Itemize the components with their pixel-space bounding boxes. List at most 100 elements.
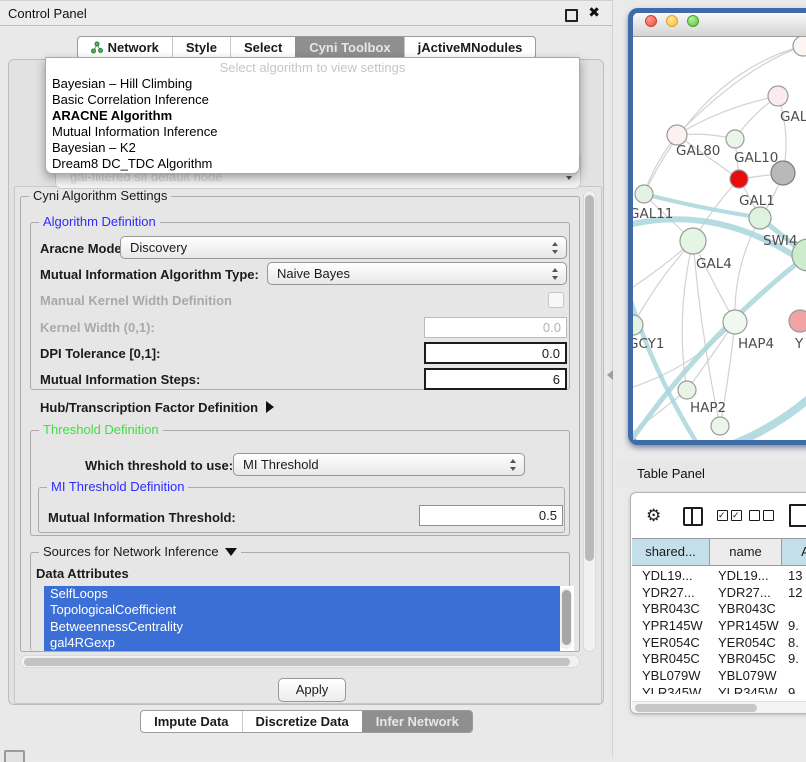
network-node[interactable]: [726, 130, 744, 148]
network-edge[interactable]: [677, 96, 778, 135]
table-row[interactable]: YPR145WYPR145W9.: [632, 617, 806, 634]
table-header-row: shared...nameA: [632, 538, 806, 566]
table-cell: YDL19...: [642, 568, 693, 583]
settings-group-title: Cyni Algorithm Settings: [29, 188, 171, 204]
network-edge[interactable]: [633, 241, 693, 325]
columns-icon[interactable]: [683, 507, 703, 526]
table-horizontal-scrollbar[interactable]: [632, 701, 806, 714]
algorithm-option-mutual-information-inference[interactable]: Mutual Information Inference: [52, 124, 573, 140]
tab-discretize-data[interactable]: Discretize Data: [242, 711, 362, 732]
network-node[interactable]: [768, 86, 788, 106]
scrollbar-thumb[interactable]: [562, 590, 571, 645]
attribute-item-gal4rgexp[interactable]: gal4RGexp: [44, 635, 560, 651]
algorithm-option-dream8-dc-tdc-algorithm[interactable]: Dream8 DC_TDC Algorithm: [52, 156, 573, 172]
mi-steps-label: Mutual Information Steps:: [40, 372, 200, 387]
network-edge-highlighted[interactable]: [731, 397, 806, 440]
network-node[interactable]: [723, 310, 747, 334]
network-node[interactable]: [793, 37, 806, 56]
algorithm-option-basic-correlation-inference[interactable]: Basic Correlation Inference: [52, 92, 573, 108]
tab-network[interactable]: Network: [78, 37, 172, 58]
column-header-name[interactable]: name: [710, 539, 782, 565]
network-node-label-hap4: HAP4: [738, 336, 774, 352]
close-icon[interactable]: ✖: [588, 4, 600, 21]
gear-icon[interactable]: ⚙: [646, 507, 661, 524]
table-row[interactable]: YLR345WYLR345W9.: [632, 684, 806, 694]
tab-infer-network[interactable]: Infer Network: [362, 711, 472, 732]
manual-kernel-checkbox[interactable]: [548, 292, 564, 308]
table-cell: 9.: [788, 685, 799, 694]
mi-algorithm-type-select[interactable]: Naive Bayes: [267, 262, 567, 285]
table-row[interactable]: YER054CYER054C8.: [632, 634, 806, 651]
network-node[interactable]: [678, 381, 696, 399]
close-traffic-light-icon[interactable]: [645, 15, 657, 27]
aracne-mode-select[interactable]: Discovery: [120, 236, 567, 259]
dpi-tolerance-field[interactable]: 0.0: [424, 342, 567, 364]
tab-label: Style: [186, 37, 217, 58]
scrollbar-thumb[interactable]: [585, 195, 594, 561]
network-node[interactable]: [680, 228, 706, 254]
application-root: Control Panel ✖ NetworkStyleSelectCyni T…: [0, 0, 806, 762]
table-row[interactable]: YDL19...YDL19...13: [632, 567, 806, 584]
select-all-icon[interactable]: ✓ ✓: [717, 507, 743, 523]
column-header-a[interactable]: A: [782, 539, 806, 565]
table-cell: YBR045C: [718, 651, 776, 666]
algorithm-dropdown-popup: Select algorithm to view settings Bayesi…: [45, 57, 580, 174]
mi-steps-field[interactable]: 6: [424, 368, 567, 390]
tab-style[interactable]: Style: [172, 37, 230, 58]
table-row[interactable]: YBR043CYBR043C: [632, 600, 806, 617]
network-node[interactable]: [667, 125, 687, 145]
network-edge[interactable]: [693, 241, 735, 322]
table-cell: YBR043C: [642, 601, 700, 616]
network-window-titlebar[interactable]: [633, 13, 806, 37]
kernel-width-field[interactable]: 0.0: [424, 317, 567, 338]
table-cell: YER054C: [718, 635, 776, 650]
network-node[interactable]: [635, 185, 653, 203]
which-threshold-select[interactable]: MI Threshold: [233, 453, 525, 476]
tab-label: jActiveMNodules: [418, 37, 523, 58]
scrollbar-thumb[interactable]: [24, 658, 570, 666]
network-edge-highlighted[interactable]: [633, 292, 695, 440]
tab-cyni-toolbox[interactable]: Cyni Toolbox: [295, 37, 403, 58]
panel-splitter-handle[interactable]: [607, 370, 613, 380]
network-node-label-y: Y: [794, 336, 804, 352]
new-table-icon[interactable]: [789, 504, 806, 527]
settings-horizontal-scrollbar[interactable]: [20, 655, 580, 668]
mi-threshold-field[interactable]: 0.5: [419, 505, 563, 526]
network-node[interactable]: [749, 207, 771, 229]
network-canvas[interactable]: GALGAL80GAL10GAL1GAL11SWI4GAL4GCY1HAP4YH…: [633, 37, 806, 440]
hub-definition-toggle[interactable]: Hub/Transcription Factor Definition: [40, 400, 274, 415]
table-cell: YLR345W: [718, 685, 777, 694]
sources-toggle[interactable]: Sources for Network Inference: [39, 544, 241, 560]
attribute-item-topologicalcoefficient[interactable]: TopologicalCoefficient: [44, 602, 560, 618]
column-header-shared-[interactable]: shared...: [632, 539, 710, 565]
scrollbar-thumb[interactable]: [635, 704, 757, 712]
tab-label: Select: [244, 37, 282, 58]
mi-type-label: Mutual Information Algorithm Type:: [40, 267, 259, 282]
network-node[interactable]: [730, 170, 748, 188]
checked-box-icon: ✓: [731, 510, 742, 521]
table-row[interactable]: YBR045CYBR045C9.: [632, 650, 806, 667]
table-row[interactable]: YBL079WYBL079W: [632, 667, 806, 684]
attribute-item-betweennesscentrality[interactable]: BetweennessCentrality: [44, 619, 560, 635]
tab-impute-data[interactable]: Impute Data: [141, 711, 241, 732]
attribute-item-selfloops[interactable]: SelfLoops: [44, 586, 560, 602]
algorithm-option-bayesian-k2[interactable]: Bayesian – K2: [52, 140, 573, 156]
tab-jactivemnodules[interactable]: jActiveMNodules: [404, 37, 536, 58]
algorithm-option-bayesian-hill-climbing[interactable]: Bayesian – Hill Climbing: [52, 76, 573, 92]
zoom-traffic-light-icon[interactable]: [687, 15, 699, 27]
minimize-traffic-light-icon[interactable]: [666, 15, 678, 27]
expanded-arrow-icon: [225, 548, 237, 556]
network-node[interactable]: [711, 417, 729, 435]
apply-button[interactable]: Apply: [278, 678, 346, 702]
settings-vertical-scrollbar[interactable]: [583, 190, 596, 652]
float-window-icon[interactable]: [565, 9, 578, 22]
algorithm-option-aracne-algorithm[interactable]: ARACNE Algorithm: [52, 108, 573, 124]
deselect-all-icon[interactable]: [749, 507, 775, 523]
dock-panel-icon[interactable]: [4, 750, 25, 762]
network-node[interactable]: [789, 310, 806, 332]
tab-select[interactable]: Select: [230, 37, 295, 58]
mi-type-value: Naive Bayes: [277, 266, 350, 281]
table-row[interactable]: YDR27...YDR27...12: [632, 584, 806, 601]
attributes-scrollbar[interactable]: [560, 588, 572, 649]
table-cell: 9.: [788, 651, 799, 666]
